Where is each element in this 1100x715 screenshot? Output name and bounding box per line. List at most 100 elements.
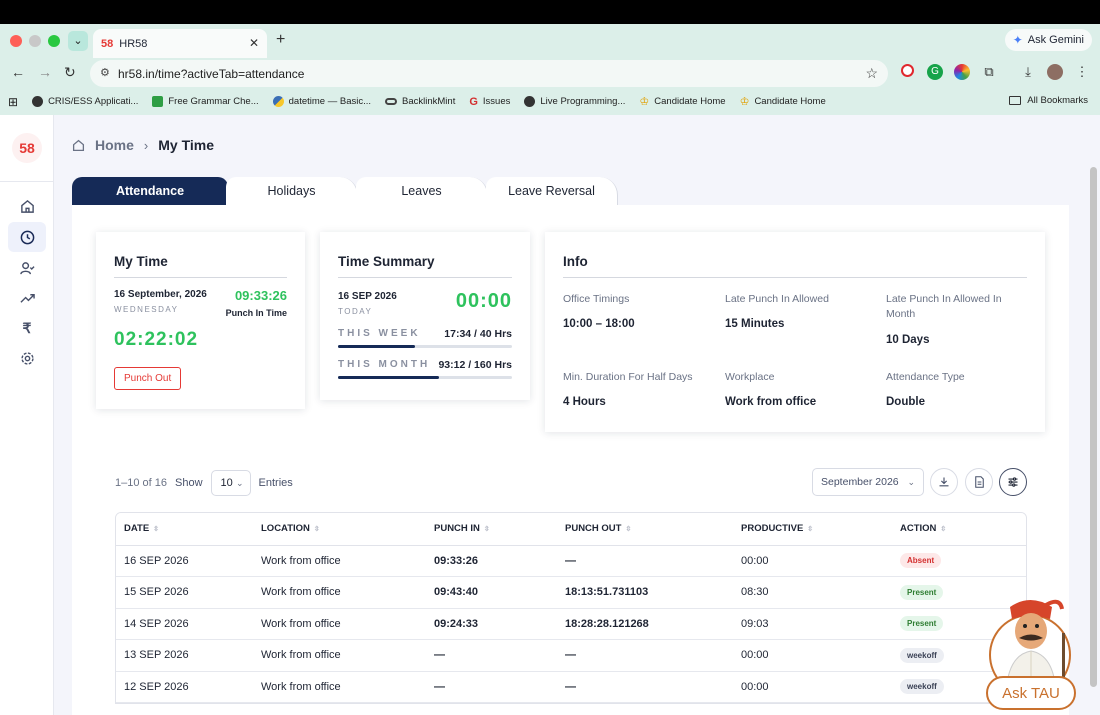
bookmark-item[interactable]: BacklinkMint (385, 96, 455, 107)
new-tab-icon[interactable]: + (276, 31, 285, 49)
cell-punch-out: — (557, 545, 733, 577)
bookmark-item[interactable]: G Issues (469, 96, 510, 108)
cell-location: Work from office (253, 671, 426, 703)
page-scrollbar[interactable] (1086, 115, 1100, 715)
bookmark-label: Live Programming... (540, 96, 626, 107)
cell-punch-in: 09:24:33 (426, 608, 557, 640)
trending-up-icon[interactable] (8, 283, 46, 313)
grammar-extension-icon[interactable]: G (927, 64, 943, 80)
list-controls: 1–10 of 16 Show 10 ⌄ Entries (115, 470, 293, 496)
ask-tau-assistant[interactable]: Ask TAU (986, 593, 1076, 713)
scrollbar-thumb[interactable] (1090, 167, 1097, 687)
extensions-puzzle-icon[interactable]: ⧉ (981, 64, 997, 80)
pdf-export-button[interactable] (965, 468, 993, 496)
opera-extension-icon[interactable] (901, 64, 914, 77)
all-bookmarks-button[interactable]: All Bookmarks (1009, 95, 1088, 106)
column-label: PUNCH OUT (565, 523, 622, 535)
week-progress-bar (338, 345, 512, 348)
maximize-window-button[interactable] (48, 35, 60, 47)
close-window-button[interactable] (10, 35, 22, 47)
card-divider (338, 277, 512, 278)
status-badge[interactable]: weekoff (900, 647, 944, 663)
tab-attendance[interactable]: Attendance (72, 177, 228, 205)
ask-tau-label: Ask TAU (986, 676, 1076, 710)
table-row[interactable]: 12 SEP 2026 Work from office — — 00:00 w… (116, 671, 1026, 703)
download-button[interactable] (930, 468, 958, 496)
profile-avatar[interactable] (1047, 64, 1063, 80)
cell-location: Work from office (253, 576, 426, 609)
apps-grid-icon[interactable]: ⊞ (8, 95, 18, 109)
my-time-date: 16 September, 2026 (114, 289, 207, 300)
column-header-punch-in[interactable]: PUNCH IN ⇳ (426, 513, 557, 546)
forward-arrow-icon[interactable]: → (38, 64, 52, 80)
address-bar[interactable]: ⚙ hr58.in/time?activeTab=attendance ☆ (90, 60, 888, 87)
browser-menu-icon[interactable]: ⋮ (1074, 64, 1090, 80)
table-row[interactable]: 15 SEP 2026 Work from office 09:43:40 18… (116, 576, 1026, 609)
table-row[interactable]: 13 SEP 2026 Work from office — — 00:00 w… (116, 639, 1026, 672)
color-extension-icon[interactable] (954, 64, 970, 80)
clock-icon[interactable] (8, 222, 46, 252)
column-header-punch-out[interactable]: PUNCH OUT ⇳ (557, 513, 733, 546)
download-icon (939, 477, 949, 487)
browser-tab-hr58[interactable]: 58 HR58 ✕ (93, 29, 267, 58)
summary-date: 16 SEP 2026 (338, 291, 397, 302)
home-icon[interactable] (8, 191, 46, 221)
info-label: Min. Duration For Half Days (563, 371, 693, 383)
status-badge[interactable]: Absent (900, 553, 942, 569)
sort-icon: ⇳ (625, 526, 632, 534)
minimize-window-button[interactable] (29, 35, 41, 47)
column-header-date[interactable]: DATE ⇳ (116, 513, 253, 546)
column-header-action[interactable]: ACTION ⇳ (892, 513, 1026, 546)
tab-leaves[interactable]: Leaves (356, 177, 488, 205)
info-value: 10 Days (886, 334, 930, 346)
breadcrumb-home[interactable]: Home (95, 137, 134, 153)
entries-select[interactable]: 10 ⌄ (210, 470, 251, 496)
home-breadcrumb-icon[interactable] (72, 139, 85, 152)
chevron-down-icon: ⌄ (907, 476, 915, 487)
tab-search-chevron-icon[interactable]: ⌄ (68, 31, 88, 51)
user-check-icon[interactable] (8, 253, 46, 283)
site-settings-icon[interactable]: ⚙ (100, 66, 110, 79)
back-arrow-icon[interactable]: ← (11, 64, 25, 80)
bookmark-item[interactable]: Live Programming... (524, 96, 625, 107)
bookmark-star-icon[interactable]: ☆ (865, 65, 878, 82)
download-icon[interactable]: ⤓ (1020, 64, 1036, 80)
bookmark-item[interactable]: Free Grammar Che... (152, 96, 259, 107)
bookmark-item[interactable]: ♔ Candidate Home (740, 95, 826, 108)
table-row[interactable]: 14 SEP 2026 Work from office 09:24:33 18… (116, 608, 1026, 640)
month-filter-value: September 2026 (821, 476, 899, 488)
bookmark-item[interactable]: ♔ Candidate Home (639, 95, 725, 108)
bookmark-item[interactable]: datetime — Basic... (272, 96, 371, 107)
reload-icon[interactable]: ↻ (64, 64, 76, 81)
status-badge[interactable]: Present (900, 584, 944, 600)
column-label: PUNCH IN (434, 523, 480, 535)
rupee-icon[interactable]: ₹ (8, 313, 46, 343)
python-icon (272, 96, 284, 107)
folder-icon (1009, 96, 1022, 105)
cell-punch-in: — (426, 671, 557, 703)
status-badge[interactable]: weekoff (900, 679, 944, 695)
status-badge[interactable]: Present (900, 616, 944, 632)
hr58-logo[interactable]: 58 (12, 133, 42, 163)
sort-icon: ⇳ (483, 526, 490, 534)
month-filter-select[interactable]: September 2026 ⌄ (812, 468, 924, 496)
filter-settings-button[interactable] (999, 468, 1027, 496)
bookmark-label: Issues (482, 96, 511, 107)
breadcrumb-current: My Time (158, 137, 215, 153)
tab-leave-reversal[interactable]: Leave Reversal (486, 177, 618, 205)
tab-holidays[interactable]: Holidays (226, 177, 358, 205)
ask-gemini-button[interactable]: ✦ Ask Gemini (1004, 29, 1092, 51)
column-header-location[interactable]: LOCATION ⇳ (253, 513, 426, 546)
column-header-productive[interactable]: PRODUCTIVE ⇳ (733, 513, 892, 546)
browser-toolbar: ← → ↻ ⚙ hr58.in/time?activeTab=attendanc… (0, 58, 1100, 88)
bookmark-label: Candidate Home (654, 96, 726, 107)
info-label: Workplace (725, 371, 775, 383)
table-row[interactable]: 16 SEP 2026 Work from office 09:33:26 — … (116, 545, 1026, 577)
this-month-label: THIS MONTH (338, 359, 431, 370)
punch-in-time: 09:33:26 (234, 288, 287, 303)
punch-out-button[interactable]: Punch Out (114, 367, 182, 390)
close-tab-icon[interactable]: ✕ (249, 36, 259, 50)
bookmark-item[interactable]: CRIS/ESS Applicati... (32, 96, 138, 107)
settings-gear-icon[interactable] (8, 343, 46, 373)
bookmarks-bar: ⊞ CRIS/ESS Applicati... Free Grammar Che… (0, 88, 1100, 115)
